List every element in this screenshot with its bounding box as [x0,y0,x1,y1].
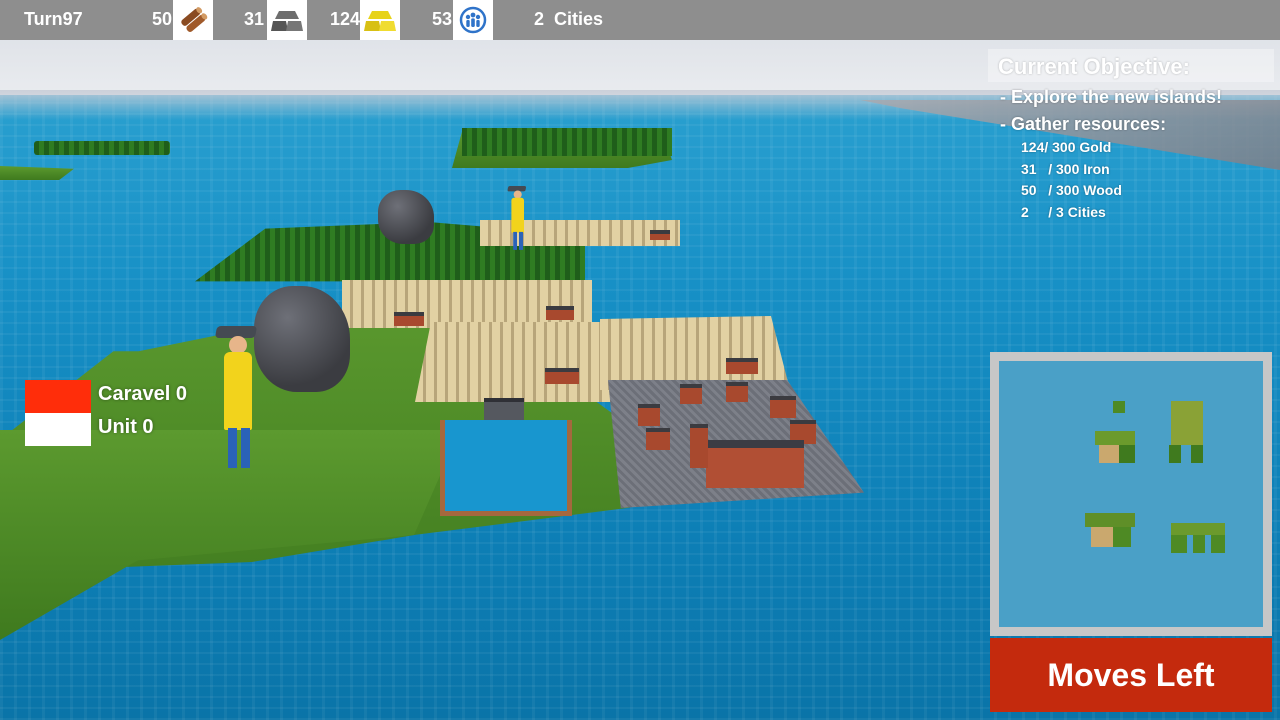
caravel-flag-swatch [25,380,91,413]
wood-count: 50 [151,9,172,29]
population-icon [453,0,493,40]
colonist-legs [228,428,250,468]
objective-title: Current Objective: [988,49,1274,82]
farmland-east [600,316,790,390]
rock-iron-deposit-north[interactable] [378,190,434,244]
minimap-island [1169,401,1205,465]
turn-counter: Turn97 [24,9,83,29]
harbor-dock [440,420,572,516]
objective-gather: - Gather resources: [1000,114,1167,134]
minimap-view[interactable] [999,361,1263,627]
minimap-island [1095,401,1139,465]
house[interactable] [646,428,670,450]
colonist-unit-large[interactable] [212,326,272,476]
unit-count[interactable]: Unit 0 [98,416,154,439]
objective-wood-progress: 50 / 300 Wood [1021,182,1122,198]
iron-count: 31 [243,9,264,29]
house[interactable] [770,396,796,418]
iron-icon [267,0,307,40]
house[interactable] [680,384,702,404]
house[interactable] [650,230,670,240]
colonist-unit-small[interactable] [506,186,527,250]
objective-iron-progress: 31 / 300 Iron [1021,161,1110,177]
unit-flag-swatch [25,413,91,446]
house[interactable] [726,382,748,402]
house[interactable] [638,404,660,426]
far-island-north-forest [462,128,672,156]
objective-cities-progress: 2 / 3 Cities [1021,204,1106,220]
farmland-north [342,280,592,328]
minimap-island [1085,513,1137,549]
minimap-island [1171,523,1225,553]
population-count: 53 [431,9,452,29]
house[interactable] [546,306,574,320]
colonist-coat [224,352,252,430]
farmland-center [415,322,615,402]
minimap[interactable] [990,352,1272,636]
town-hall[interactable] [706,440,804,488]
colonist-coat [511,197,524,233]
house[interactable] [545,368,579,384]
resource-bar: Turn97 50 31 124 53 2 Cities [0,0,1280,40]
caravel-count[interactable]: Caravel 0 [98,383,187,406]
gold-count: 124 [329,9,360,29]
moves-left-button[interactable]: Moves Left [990,638,1272,712]
objective-explore: - Explore the new islands! [1000,87,1223,107]
dock-warehouse[interactable] [484,398,524,420]
far-island-left [34,141,170,155]
house[interactable] [726,358,758,374]
house[interactable] [394,312,424,326]
cities-count: 2 Cities [534,9,604,29]
wood-icon [173,0,213,40]
objective-gold-progress: 124/ 300 Gold [1021,139,1112,155]
colonist-legs [513,231,524,250]
gold-icon [360,0,400,40]
church-tower[interactable] [690,424,708,468]
